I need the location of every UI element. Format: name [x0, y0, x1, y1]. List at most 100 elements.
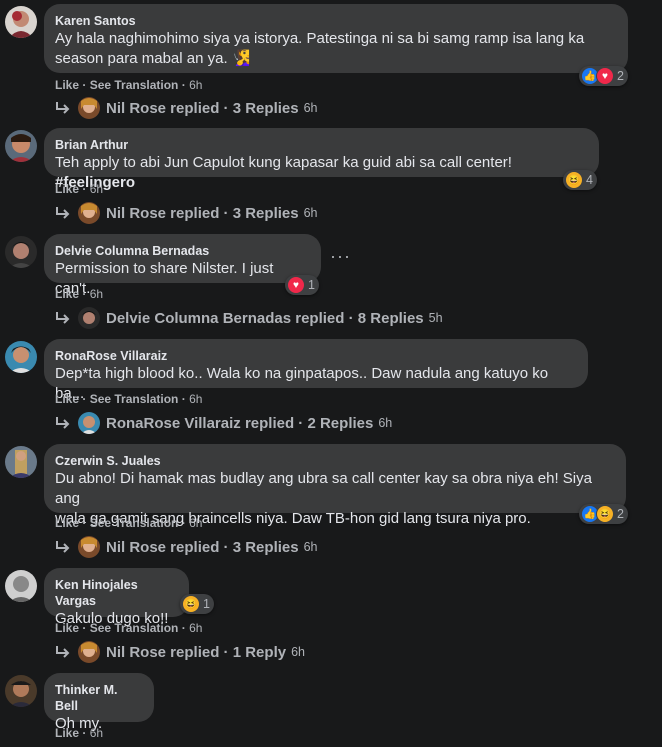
avatar[interactable] [5, 236, 37, 268]
like-link[interactable]: Like [55, 516, 79, 530]
haha-reaction-icon: 😆 [596, 505, 614, 523]
view-replies[interactable]: RonaRose Villaraiz replied · 2 Replies 6… [54, 412, 392, 434]
avatar[interactable] [5, 341, 37, 373]
comment-actions: Like · 6h [55, 726, 103, 740]
reply-count: 3 Replies [232, 204, 299, 222]
comment-bubble: Czerwin S. Juales Du abno! Di hamak mas … [44, 444, 626, 527]
comment-bubble: Karen Santos Ay hala naghimohimo siya ya… [44, 4, 628, 73]
reply-arrow-icon [56, 102, 70, 114]
commenter-name[interactable]: RonaRose Villaraiz [55, 348, 577, 364]
comment-text-body: Teh apply to abi Jun Capulot kung kapasa… [55, 154, 512, 171]
view-replies[interactable]: Nil Rose replied · 3 Replies 6h [54, 536, 318, 558]
comment-time[interactable]: 6h [90, 287, 103, 301]
avatar [78, 202, 100, 224]
reply-arrow-icon [56, 207, 70, 219]
reaction-count: 4 [586, 173, 593, 187]
avatar[interactable] [5, 675, 37, 707]
avatar[interactable] [5, 130, 37, 162]
commenter-name[interactable]: Ken Hinojales Vargas [55, 577, 178, 609]
like-link[interactable]: Like [55, 287, 79, 301]
love-reaction-icon: ♥ [596, 67, 614, 85]
commenter-name[interactable]: Delvie Columna Bernadas [55, 243, 310, 259]
replier-text: Delvie Columna Bernadas replied [106, 309, 345, 327]
like-link[interactable]: Like [55, 621, 79, 635]
reaction-summary[interactable]: 👍 ♥ 2 [579, 66, 628, 86]
comment-actions: Like · See Translation · 6h [55, 78, 202, 92]
reply-time: 6h [291, 645, 305, 659]
reply-time: 6h [303, 206, 318, 220]
comment-bubble: Thinker M. Bell Oh my. [44, 673, 154, 732]
reply-arrow-icon [56, 312, 70, 324]
haha-reaction-icon: 😆 [565, 171, 583, 189]
avatar [78, 97, 100, 119]
separator: · [79, 516, 90, 530]
avatar [78, 412, 100, 434]
reply-arrow-icon [56, 646, 70, 658]
like-link[interactable]: Like [55, 392, 79, 406]
reaction-summary[interactable]: 😆 4 [563, 170, 597, 190]
replier-text: RonaRose Villaraiz replied [106, 414, 295, 432]
comment-text-line: season para mabal an ya. 🧏‍♀️ [55, 50, 251, 67]
comment-time[interactable]: 6h [189, 78, 202, 92]
view-replies[interactable]: Delvie Columna Bernadas replied · 8 Repl… [54, 307, 443, 329]
like-link[interactable]: Like [55, 182, 79, 196]
reaction-summary[interactable]: 😆 1 [180, 594, 214, 614]
reaction-summary[interactable]: 👍 😆 2 [579, 504, 628, 524]
avatar[interactable] [5, 446, 37, 478]
view-replies[interactable]: Nil Rose replied · 1 Reply 6h [54, 641, 305, 663]
separator: · [79, 392, 90, 406]
separator: · [79, 726, 90, 740]
comment-bubble: Delvie Columna Bernadas Permission to sh… [44, 234, 321, 297]
comment-time[interactable]: 6h [189, 392, 202, 406]
commenter-name[interactable]: Karen Santos [55, 13, 617, 29]
comment-text-line: Du abno! Di hamak mas budlay ang ubra sa… [55, 470, 592, 507]
reply-time: 5h [428, 311, 443, 325]
separator: · [79, 78, 90, 92]
comment-actions: Like · See Translation · 6h [55, 392, 202, 406]
reply-count: 3 Replies [232, 99, 299, 117]
see-translation-link[interactable]: See Translation [90, 78, 179, 92]
see-translation-link[interactable]: See Translation [90, 516, 179, 530]
reaction-count: 1 [308, 278, 315, 292]
comment-actions: Like · See Translation · 6h [55, 516, 202, 530]
reaction-count: 1 [203, 597, 210, 611]
avatar[interactable] [5, 6, 37, 38]
comment-bubble: Brian Arthur Teh apply to abi Jun Capulo… [44, 128, 599, 191]
separator: · [178, 78, 190, 92]
comment-time[interactable]: 6h [90, 726, 103, 740]
avatar [78, 307, 100, 329]
commenter-name[interactable]: Czerwin S. Juales [55, 453, 615, 469]
comment-bubble: Ken Hinojales Vargas Gakulo dugo ko!! [44, 568, 189, 627]
haha-reaction-icon: 😆 [182, 595, 200, 613]
reply-time: 6h [378, 416, 393, 430]
avatar[interactable] [5, 570, 37, 602]
view-replies[interactable]: Nil Rose replied · 3 Replies 6h [54, 97, 318, 119]
more-options-icon[interactable]: ··· [330, 246, 351, 267]
comment-actions: Like · 6h [55, 182, 103, 196]
replier-text: Nil Rose replied [106, 643, 220, 661]
like-link[interactable]: Like [55, 726, 79, 740]
commenter-name[interactable]: Thinker M. Bell [55, 682, 143, 714]
see-translation-link[interactable]: See Translation [90, 621, 179, 635]
replier-text: Nil Rose replied [106, 538, 220, 556]
view-replies[interactable]: Nil Rose replied · 3 Replies 6h [54, 202, 318, 224]
separator: · [79, 182, 90, 196]
separator: · [178, 621, 190, 635]
comment-actions: Like · 6h [55, 287, 103, 301]
comment-time[interactable]: 6h [189, 621, 202, 635]
commenter-name[interactable]: Brian Arthur [55, 137, 588, 153]
reply-count: 3 Replies [232, 538, 299, 556]
reaction-summary[interactable]: ♥ 1 [285, 275, 319, 295]
see-translation-link[interactable]: See Translation [90, 392, 179, 406]
reaction-count: 2 [617, 507, 624, 521]
reply-count: 2 Replies [307, 414, 374, 432]
comment-bubble: RonaRose Villaraiz Dep*ta high blood ko.… [44, 339, 588, 402]
comment-time[interactable]: 6h [90, 182, 103, 196]
comment-text: Teh apply to abi Jun Capulot kung kapasa… [55, 153, 588, 193]
separator: · [79, 621, 90, 635]
comment-time[interactable]: 6h [189, 516, 202, 530]
separator: · [178, 392, 190, 406]
reply-arrow-icon [56, 417, 70, 429]
like-link[interactable]: Like [55, 78, 79, 92]
reply-time: 6h [303, 101, 318, 115]
